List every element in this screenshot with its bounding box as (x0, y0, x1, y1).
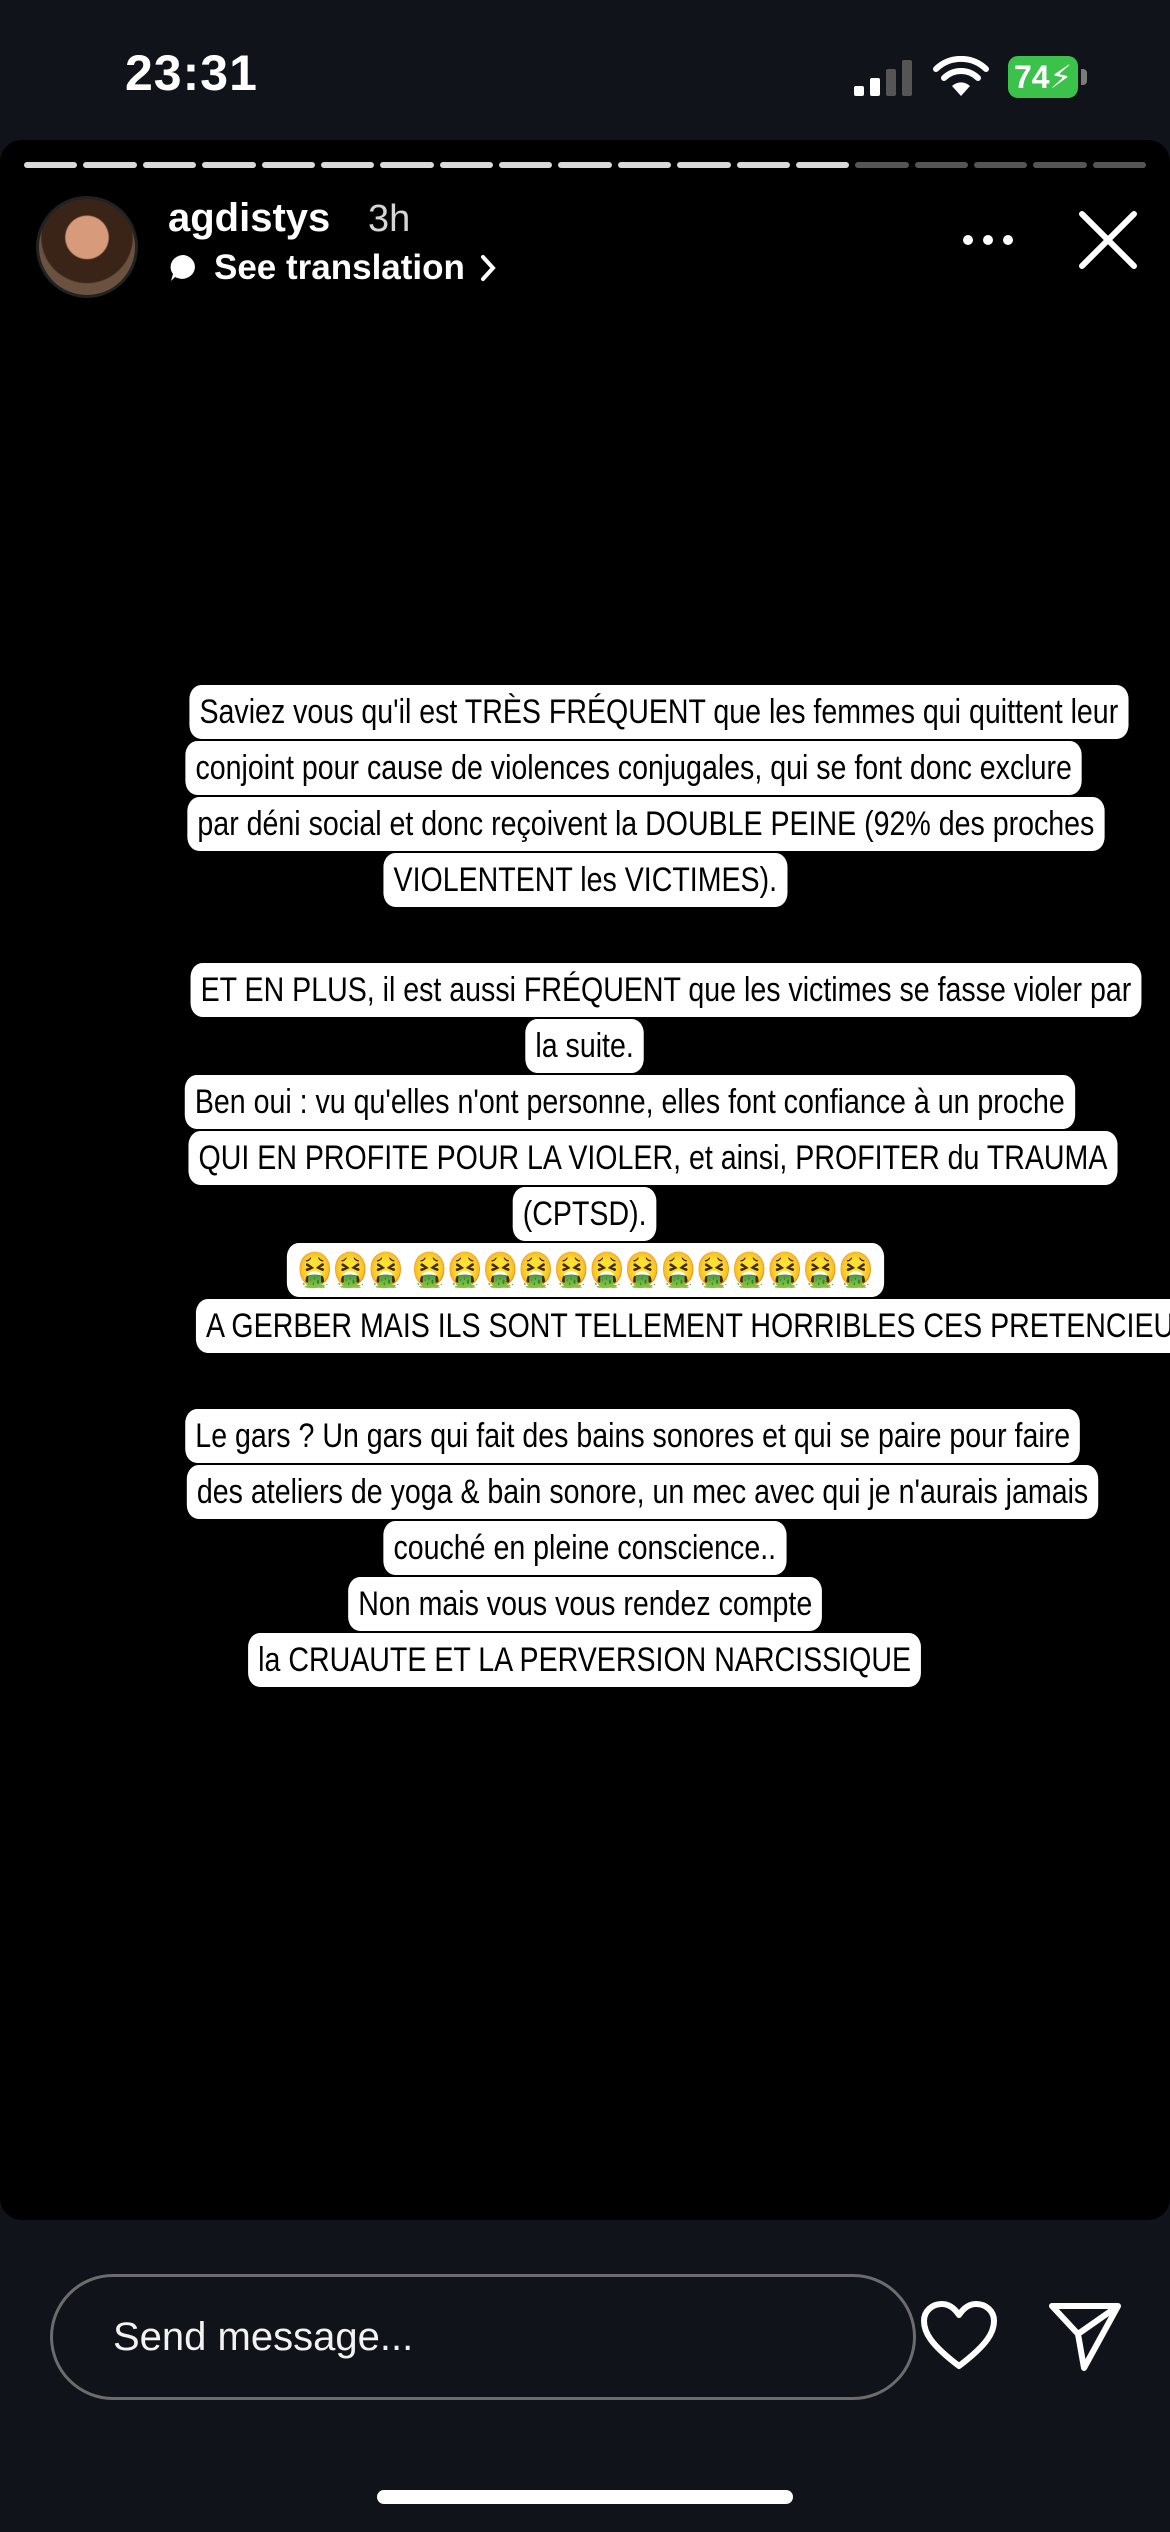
send-icon[interactable] (1048, 2300, 1122, 2372)
story-text-line: Ben oui : vu qu'elles n'ont personne, el… (184, 1075, 1075, 1129)
progress-segment (439, 162, 493, 168)
speech-bubble-icon (170, 254, 195, 281)
cellular-signal-icon (854, 60, 912, 96)
progress-segment (677, 162, 731, 168)
heart-icon[interactable] (920, 2300, 998, 2372)
clock: 23:31 (125, 45, 258, 101)
story-viewer[interactable]: agdistys 3h See translation Saviez vous … (0, 140, 1170, 2220)
see-translation-label: See translation (214, 248, 465, 287)
story-text-line: couché en pleine conscience.. (383, 1521, 787, 1575)
story-text-line: des ateliers de yoga & bain sonore, un m… (186, 1465, 1099, 1519)
progress-segment (499, 162, 553, 168)
story-text-block-2: ET EN PLUS, il est aussi FRÉQUENT que le… (100, 962, 1170, 1354)
more-options-icon[interactable] (960, 232, 1016, 248)
progress-segment (974, 162, 1028, 168)
story-text-line: par déni social et donc reçoivent la DOU… (187, 797, 1105, 851)
progress-segment (320, 162, 375, 168)
progress-segment (617, 162, 672, 168)
progress-segment (380, 162, 434, 168)
emoji-line: 🤮🤮🤮 🤮🤮🤮🤮🤮🤮🤮🤮🤮🤮🤮🤮🤮 (286, 1243, 884, 1297)
story-text-line: conjoint pour cause de violences conjuga… (185, 741, 1082, 795)
story-text-block-3: Le gars ? Un gars qui fait des bains son… (100, 1408, 1099, 1688)
progress-segment (736, 162, 790, 168)
status-bar: 23:31 74⚡ (0, 0, 1170, 140)
story-timestamp: 3h (368, 198, 411, 240)
progress-segment (1092, 162, 1147, 168)
wifi-icon (933, 56, 989, 96)
story-text-line: Non mais vous vous rendez compte (347, 1577, 823, 1631)
story-text-line: VIOLENTENT les VICTIMES). (383, 853, 787, 907)
progress-segment (914, 162, 968, 168)
avatar[interactable] (36, 196, 138, 298)
progress-segment (855, 162, 909, 168)
story-text-line: A GERBER MAIS ILS SONT TELLEMENT HORRIBL… (195, 1299, 1170, 1353)
story-text-line: Le gars ? Un gars qui fait des bains son… (185, 1409, 1081, 1463)
see-translation-button[interactable]: See translation (168, 246, 497, 290)
story-text-line: Saviez vous qu'il est TRÈS FRÉQUENT que … (189, 685, 1129, 739)
progress-segment (558, 162, 612, 168)
story-text-line: ET EN PLUS, il est aussi FRÉQUENT que le… (190, 963, 1142, 1017)
story-progress-bar (24, 162, 1147, 168)
progress-segment (1033, 162, 1087, 168)
home-indicator[interactable] (377, 2490, 793, 2504)
story-text-line: QUI EN PROFITE POUR LA VIOLER, et ainsi,… (188, 1131, 1118, 1185)
progress-segment (795, 162, 850, 168)
progress-segment (202, 162, 256, 168)
battery-level: 74 (1014, 59, 1050, 95)
send-message-input[interactable]: Send message... (50, 2274, 916, 2400)
send-message-placeholder: Send message... (113, 2315, 414, 2359)
progress-segment (83, 162, 137, 168)
story-username[interactable]: agdistys (168, 196, 330, 241)
story-text-block-1: Saviez vous qu'il est TRÈS FRÉQUENT que … (100, 684, 1129, 908)
battery-icon: 74⚡ (1008, 56, 1088, 98)
story-text-line: la suite. (525, 1019, 645, 1073)
progress-segment (24, 162, 78, 168)
close-icon[interactable] (1076, 208, 1140, 272)
story-text-line: (CPTSD). (513, 1187, 657, 1241)
progress-segment (261, 162, 315, 168)
progress-segment (142, 162, 197, 168)
story-text-line: la CRUAUTE ET LA PERVERSION NARCISSIQUE (248, 1633, 922, 1687)
chevron-right-icon (480, 255, 496, 281)
